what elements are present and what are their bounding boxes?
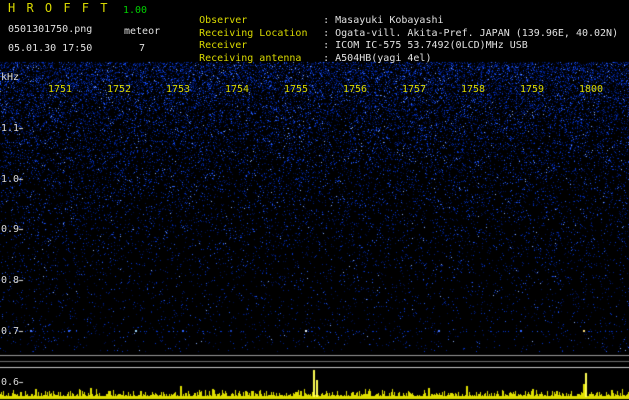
info-row-antenna: Receiving antenna : A504HB(yagi 4el) xyxy=(175,42,431,75)
x-tick-label: 1758 xyxy=(461,84,486,95)
x-tick-label: 1754 xyxy=(225,84,250,95)
app-version: 1.00 xyxy=(123,5,148,16)
antenna-value: : A504HB(yagi 4el) xyxy=(323,53,432,64)
x-tick-label: 1753 xyxy=(166,84,191,95)
x-tick-label: 1757 xyxy=(402,84,427,95)
y-tick-label: 1.0 xyxy=(1,174,20,185)
y-tick-label: 0.6 xyxy=(1,377,20,388)
x-tick-label: 1759 xyxy=(520,84,545,95)
output-filename: 0501301750.png xyxy=(8,24,93,35)
antenna-label: Receiving antenna xyxy=(199,53,302,64)
datetime-label: 05.01.30 17:50 xyxy=(8,43,93,54)
app-title: H R O F F T xyxy=(8,1,110,15)
y-tick-label: 1.1 xyxy=(1,123,20,134)
echo-count: 7 xyxy=(139,43,146,54)
x-tick-label: 1751 xyxy=(48,84,73,95)
y-tick-label: 0.7 xyxy=(1,326,20,337)
x-tick-label: 1800 xyxy=(579,84,604,95)
mode-label: meteor xyxy=(124,26,161,37)
y-tick-label: 0.9 xyxy=(1,224,20,235)
y-axis-unit: kHz xyxy=(1,72,20,83)
x-tick-label: 1752 xyxy=(107,84,132,95)
x-tick-label: 1755 xyxy=(284,84,309,95)
y-tick-label: 0.8 xyxy=(1,275,20,286)
hrofft-screen: H R O F F T 1.00 0501301750.png meteor 0… xyxy=(0,0,629,400)
x-tick-label: 1756 xyxy=(343,84,368,95)
